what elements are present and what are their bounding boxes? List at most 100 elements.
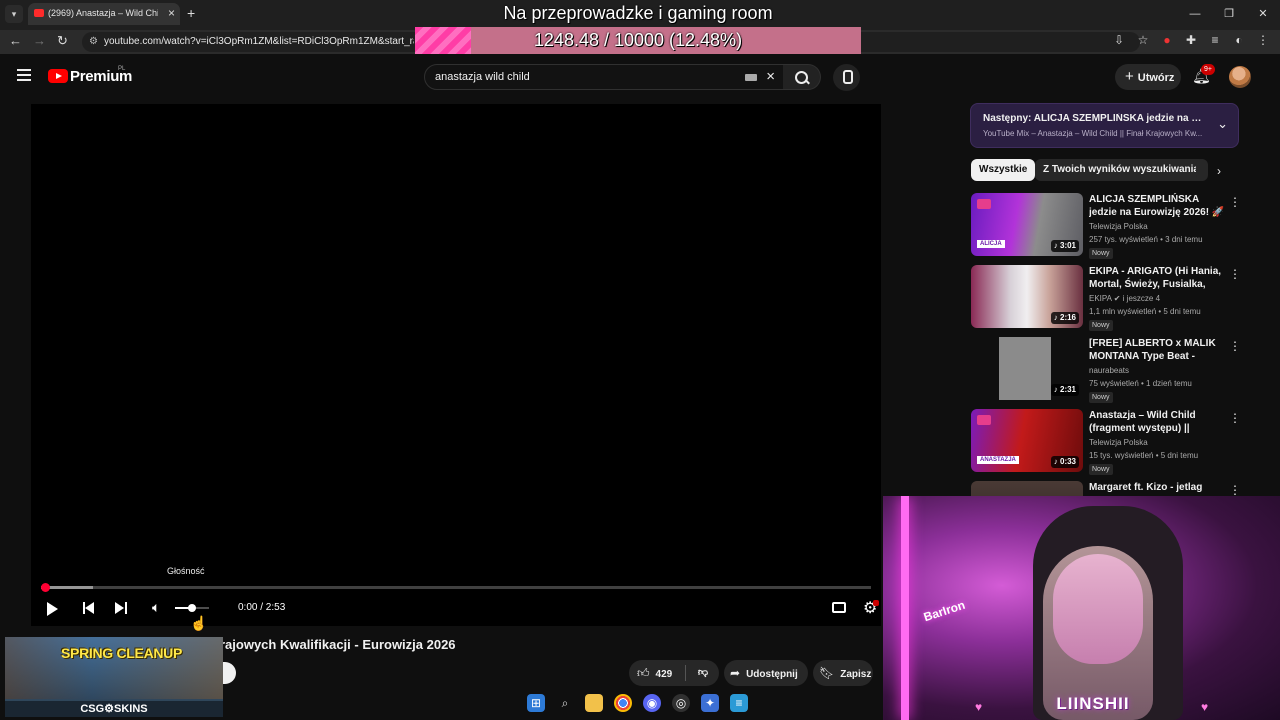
back-button[interactable]: ← bbox=[9, 33, 22, 48]
channel-name[interactable]: EKIPA ✔ i jeszcze 4 bbox=[1089, 294, 1160, 303]
ad-headline: SPRING CLEANUP bbox=[61, 645, 183, 661]
more-actions-icon[interactable]: ⋮ bbox=[1229, 483, 1241, 496]
app-icon[interactable]: ✦ bbox=[701, 694, 719, 712]
clear-search-icon[interactable]: × bbox=[766, 68, 775, 85]
more-actions-icon[interactable]: ⋮ bbox=[1229, 339, 1241, 353]
chevron-right-icon[interactable]: › bbox=[1217, 164, 1221, 178]
thumbs-up-icon: 👍︎ bbox=[637, 666, 650, 680]
volume-slider[interactable] bbox=[175, 604, 209, 612]
next-button[interactable] bbox=[115, 602, 127, 614]
like-button[interactable]: 👍︎ 429 bbox=[629, 660, 685, 686]
notification-count-badge: 9+ bbox=[1201, 64, 1215, 75]
restore-button[interactable]: ❐ bbox=[1212, 0, 1246, 30]
site-info-icon[interactable]: ⚙ bbox=[89, 36, 98, 47]
guide-menu-icon[interactable] bbox=[17, 69, 31, 81]
progress-scrubber[interactable] bbox=[41, 583, 50, 592]
video-title[interactable]: ALICJA SZEMPLIŃSKA jedzie na Eurowizję 2… bbox=[1089, 193, 1227, 219]
create-button[interactable]: + Utwórz bbox=[1115, 64, 1181, 90]
new-badge: Nowy bbox=[1089, 320, 1113, 331]
video-title[interactable]: Anastazja – Wild Child (fragment występu… bbox=[1089, 409, 1227, 435]
video-player[interactable]: Głośność 🔈︎ 0:00 / 2:53 ⚙ bbox=[31, 104, 881, 626]
install-app-icon[interactable]: ⇩ bbox=[1112, 33, 1126, 47]
hd-badge bbox=[873, 600, 879, 606]
account-avatar[interactable] bbox=[1229, 66, 1251, 88]
obs-icon[interactable]: ◎ bbox=[672, 694, 690, 712]
tab-search-button[interactable]: ▾ bbox=[5, 5, 23, 23]
plus-icon: + bbox=[1125, 68, 1134, 85]
tvp-logo-icon bbox=[977, 415, 991, 425]
play-button[interactable] bbox=[47, 602, 58, 616]
previous-button[interactable] bbox=[83, 602, 95, 614]
recommendation-item[interactable]: ♪ 2:16 EKIPA - ARIGATO (Hi Hania, Mortal… bbox=[971, 265, 1241, 331]
youtube-region: PL bbox=[118, 66, 126, 72]
close-window-button[interactable]: ✕ bbox=[1246, 0, 1280, 30]
tab-close-icon[interactable]: × bbox=[168, 6, 175, 20]
channel-name[interactable]: Telewizja Polska bbox=[1089, 222, 1148, 231]
extensions-puzzle-icon[interactable]: ✚ bbox=[1184, 33, 1198, 47]
more-actions-icon[interactable]: ⋮ bbox=[1229, 411, 1241, 425]
discord-icon[interactable]: ◉ bbox=[643, 694, 661, 712]
recommendation-item[interactable]: ANASTAZJA ♪ 0:33 Anastazja – Wild Child … bbox=[971, 409, 1241, 475]
video-thumbnail[interactable]: ♪ 2:31 bbox=[971, 337, 1083, 400]
chip-all[interactable]: Wszystkie bbox=[971, 159, 1036, 181]
channel-name[interactable]: Telewizja Polska bbox=[1089, 438, 1148, 447]
extension-icon[interactable]: ● bbox=[1160, 33, 1174, 47]
new-badge: Nowy bbox=[1089, 392, 1113, 403]
stream-goal-text: 1248.48 / 10000 (12.48%) bbox=[533, 30, 743, 50]
youtube-logo-icon[interactable] bbox=[48, 69, 68, 83]
subtitles-button[interactable] bbox=[832, 602, 846, 613]
recommendation-item[interactable]: Margaret ft. Kizo - jetlag ⋮ bbox=[971, 481, 1241, 496]
search-button[interactable] bbox=[783, 64, 821, 90]
more-actions-icon[interactable]: ⋮ bbox=[1229, 195, 1241, 209]
notepad-icon[interactable]: ≡ bbox=[730, 694, 748, 712]
video-meta: 15 tys. wyświetleń • 5 dni temu bbox=[1089, 451, 1199, 460]
new-badge: Nowy bbox=[1089, 248, 1113, 259]
save-button[interactable]: 🔖︎ Zapisz bbox=[813, 660, 873, 686]
search-input[interactable] bbox=[435, 69, 735, 85]
chrome-icon[interactable] bbox=[614, 694, 632, 712]
share-label: Udostępnij bbox=[746, 669, 798, 680]
recommendation-item[interactable]: ALICJA ♪ 3:01 ALICJA SZEMPLIŃSKA jedzie … bbox=[971, 193, 1241, 259]
volume-tooltip: Głośność bbox=[167, 566, 205, 576]
volume-knob[interactable] bbox=[188, 604, 196, 612]
forward-button[interactable]: → bbox=[33, 33, 46, 48]
tvp-logo-icon bbox=[977, 199, 991, 209]
video-thumbnail[interactable]: ♪ 2:16 bbox=[971, 265, 1083, 328]
taskbar-search-icon[interactable]: ⌕ bbox=[556, 694, 574, 712]
keyboard-icon[interactable] bbox=[745, 74, 757, 81]
tab-title: (2969) Anastazja – Wild Child || bbox=[48, 8, 158, 18]
volume-icon[interactable]: 🔈︎ bbox=[152, 599, 160, 616]
url-text: youtube.com/watch?v=iCl3OpRm1ZM&list=RDi… bbox=[104, 36, 414, 47]
browser-menu-icon[interactable]: ⋮ bbox=[1256, 33, 1270, 47]
profile-icon[interactable]: ◐ bbox=[1232, 33, 1246, 47]
video-thumbnail[interactable]: ALICJA ♪ 3:01 bbox=[971, 193, 1083, 256]
chip-overflow[interactable] bbox=[1196, 159, 1208, 181]
bookmark-star-icon[interactable]: ☆ bbox=[1136, 33, 1150, 47]
minimize-button[interactable]: — bbox=[1178, 0, 1212, 30]
dislike-button[interactable]: 👎︎ bbox=[687, 660, 719, 686]
chevron-down-icon[interactable]: ⌄ bbox=[1217, 116, 1228, 132]
chip-from-search[interactable]: Z Twoich wyników wyszukiwania bbox=[1035, 159, 1207, 181]
more-actions-icon[interactable]: ⋮ bbox=[1229, 267, 1241, 281]
channel-name[interactable]: naurabeats bbox=[1089, 366, 1129, 375]
reload-button[interactable]: ↻ bbox=[57, 33, 68, 49]
video-title[interactable]: [FREE] ALBERTO x MALIK MONTANA Type Beat… bbox=[1089, 337, 1227, 363]
windows-start-icon[interactable]: ⊞ bbox=[527, 694, 545, 712]
file-explorer-icon[interactable] bbox=[585, 694, 603, 712]
progress-bar[interactable] bbox=[41, 583, 871, 592]
video-title[interactable]: EKIPA - ARIGATO (Hi Hania, Mortal, Śwież… bbox=[1089, 265, 1227, 291]
new-tab-button[interactable]: + bbox=[187, 5, 195, 21]
playlist-mix-header[interactable]: Następny: ALICJA SZEMPLIŃSKA jedzie na E… bbox=[970, 103, 1239, 148]
recommendation-item[interactable]: ♪ 2:31 [FREE] ALBERTO x MALIK MONTANA Ty… bbox=[971, 337, 1241, 403]
stream-goal-bar: 1248.48 / 10000 (12.48%) bbox=[415, 27, 861, 54]
video-thumbnail[interactable]: ANASTAZJA ♪ 0:33 bbox=[971, 409, 1083, 472]
browser-tab[interactable]: (2969) Anastazja – Wild Child || × bbox=[28, 3, 180, 25]
voice-search-button[interactable] bbox=[833, 64, 860, 91]
media-controls-icon[interactable]: ≡ bbox=[1208, 33, 1222, 47]
video-title[interactable]: Margaret ft. Kizo - jetlag bbox=[1089, 481, 1227, 494]
share-button[interactable]: ➦ Udostępnij bbox=[724, 660, 808, 686]
thumbnail-label: ANASTAZJA bbox=[977, 456, 1019, 464]
search-box[interactable]: × bbox=[424, 64, 784, 90]
video-thumbnail[interactable] bbox=[971, 481, 1083, 496]
video-duration: ♪ 3:01 bbox=[1050, 240, 1079, 252]
